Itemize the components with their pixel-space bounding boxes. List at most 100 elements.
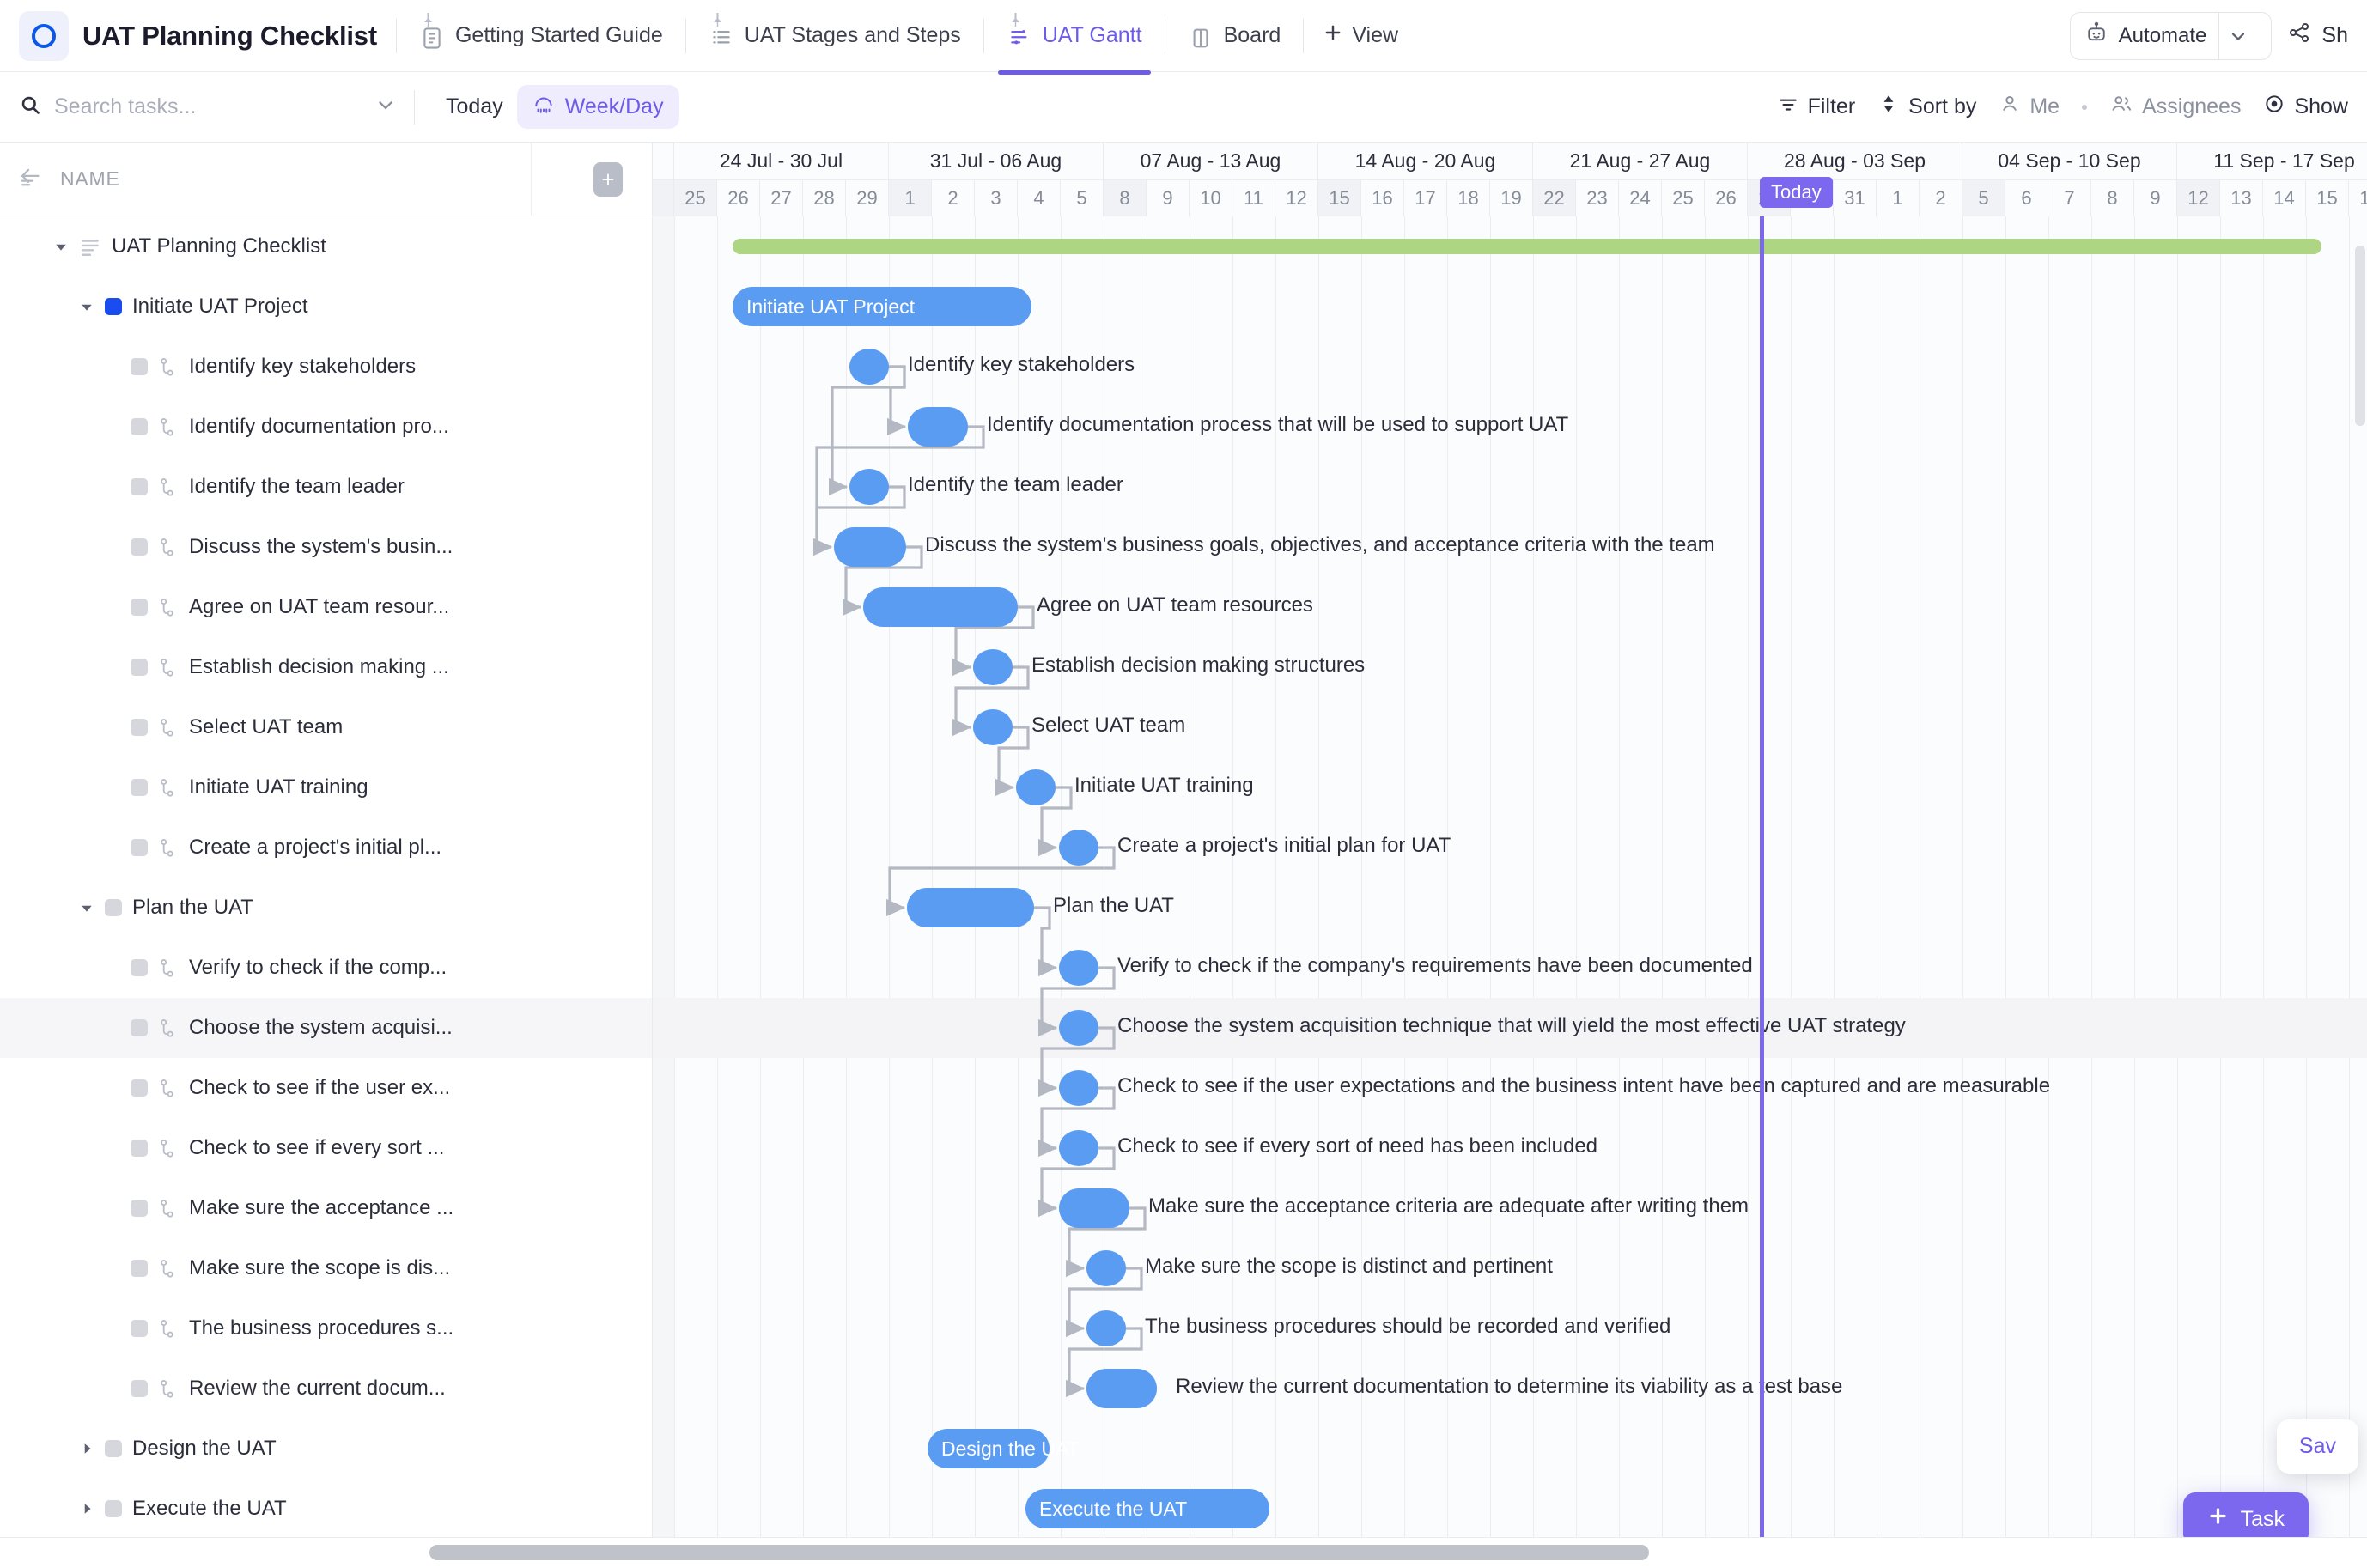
- task-row[interactable]: Establish decision making ...: [0, 637, 652, 697]
- gantt-task-bar[interactable]: [907, 888, 1034, 927]
- task-row[interactable]: Agree on UAT team resour...: [0, 577, 652, 637]
- gantt-task-bar[interactable]: Initiate UAT Project: [733, 287, 1031, 326]
- tab-uat-stages-and-steps[interactable]: UAT Stages and Steps: [705, 12, 964, 55]
- task-row[interactable]: Initiate UAT training: [0, 757, 652, 817]
- filter-button[interactable]: Filter: [1777, 93, 1855, 121]
- add-column-button[interactable]: +: [593, 161, 623, 197]
- task-row[interactable]: Review the current docum...: [0, 1358, 652, 1419]
- status-badge[interactable]: [131, 779, 148, 796]
- sort-button[interactable]: Sort by: [1877, 93, 1976, 121]
- gantt-task-bar[interactable]: [1059, 1010, 1098, 1046]
- gantt-task-bar[interactable]: [1059, 830, 1098, 866]
- automate-button[interactable]: Automate: [2069, 11, 2273, 60]
- timescale-button[interactable]: Week/Day: [516, 85, 679, 129]
- status-badge[interactable]: [131, 599, 148, 616]
- status-badge[interactable]: [131, 478, 148, 495]
- chevron-down-icon[interactable]: [76, 300, 98, 313]
- timeline-days: 25 26 27 28 29 1 2 3 4 5 8 9 10 11 12 15 16 17 18 19 22 23 24 2…: [653, 180, 2367, 216]
- task-row[interactable]: Discuss the system's busin...: [0, 517, 652, 577]
- status-badge[interactable]: [131, 659, 148, 676]
- gantt-task-bar[interactable]: [1059, 950, 1098, 986]
- task-row[interactable]: Identify the team leader: [0, 457, 652, 517]
- automate-dropdown[interactable]: [2218, 11, 2257, 60]
- task-row[interactable]: Check to see if every sort ...: [0, 1118, 652, 1178]
- status-badge[interactable]: [131, 1260, 148, 1277]
- gantt-task-bar[interactable]: Design the UAT: [928, 1429, 1080, 1468]
- status-badge[interactable]: [131, 839, 148, 856]
- add-view-button[interactable]: View: [1323, 22, 1398, 49]
- gantt-task-bar[interactable]: [863, 587, 1018, 627]
- status-badge[interactable]: [105, 899, 122, 916]
- search-options-chevron[interactable]: [374, 94, 397, 120]
- share-button[interactable]: Sh: [2287, 21, 2348, 51]
- task-list-header: NAME +: [0, 143, 652, 216]
- gantt-task-bar[interactable]: [908, 407, 968, 447]
- show-button[interactable]: Show: [2263, 93, 2348, 121]
- status-badge[interactable]: [105, 1500, 122, 1517]
- today-button[interactable]: Today: [432, 88, 517, 126]
- status-badge[interactable]: [131, 1320, 148, 1337]
- task-row[interactable]: Execute the UAT: [0, 1479, 652, 1539]
- gantt-task-bar[interactable]: [1086, 1250, 1126, 1286]
- status-badge[interactable]: [131, 719, 148, 736]
- horizontal-scrollbar-thumb[interactable]: [429, 1545, 1649, 1560]
- me-filter-button[interactable]: Me: [1999, 93, 2060, 121]
- gantt-task-bar[interactable]: [849, 469, 889, 505]
- tab-getting-started-guide[interactable]: Getting Started Guide: [416, 12, 666, 55]
- gantt-task-bar[interactable]: [1059, 1188, 1129, 1228]
- timeline-week-label: 04 Sep - 10 Sep: [1962, 143, 2177, 180]
- gantt-task-bar[interactable]: [834, 527, 906, 567]
- task-row[interactable]: Choose the system acquisi...: [0, 998, 652, 1058]
- status-badge[interactable]: [131, 538, 148, 556]
- status-badge[interactable]: [131, 1200, 148, 1217]
- chevron-down-icon[interactable]: [76, 901, 98, 915]
- gantt-task-bar[interactable]: [1059, 1130, 1098, 1166]
- task-row[interactable]: Identify documentation pro...: [0, 397, 652, 457]
- gantt-chart-panel[interactable]: 24 Jul - 30 Jul 31 Jul - 06 Aug 07 Aug - 1…: [653, 143, 2367, 1568]
- gantt-task-bar[interactable]: [1086, 1310, 1126, 1346]
- gantt-canvas[interactable]: Initiate UAT Project Identify key stakeho…: [653, 177, 2367, 1568]
- search-box[interactable]: [19, 94, 397, 121]
- status-badge[interactable]: [131, 1019, 148, 1036]
- gantt-task-bar[interactable]: [973, 649, 1013, 685]
- gantt-timeline-bar[interactable]: [733, 239, 2321, 254]
- task-row[interactable]: Select UAT team: [0, 697, 652, 757]
- task-row[interactable]: Identify key stakeholders: [0, 337, 652, 397]
- status-badge[interactable]: [131, 959, 148, 976]
- task-row[interactable]: Check to see if the user ex...: [0, 1058, 652, 1118]
- status-badge[interactable]: [131, 1380, 148, 1397]
- gantt-task-bar[interactable]: [1016, 769, 1056, 805]
- workspace-logo[interactable]: [19, 10, 69, 61]
- chevron-right-icon[interactable]: [76, 1502, 98, 1516]
- save-button[interactable]: Sav: [2276, 1419, 2358, 1474]
- tab-board[interactable]: Board: [1184, 17, 1285, 55]
- status-badge[interactable]: [105, 1440, 122, 1457]
- task-row[interactable]: UAT Planning Checklist: [0, 216, 652, 277]
- collapse-sidebar-icon[interactable]: [15, 165, 41, 193]
- search-input[interactable]: [54, 94, 312, 119]
- status-badge[interactable]: [131, 358, 148, 375]
- vertical-scrollbar[interactable]: [2355, 246, 2365, 426]
- view-toolbar: Today Week/Day Filter Sort by Me: [0, 72, 2367, 143]
- chevron-right-icon[interactable]: [76, 1442, 98, 1456]
- task-row[interactable]: Verify to check if the comp...: [0, 938, 652, 998]
- status-badge[interactable]: [131, 1079, 148, 1097]
- status-badge[interactable]: [105, 298, 122, 315]
- status-badge[interactable]: [131, 418, 148, 435]
- task-row[interactable]: The business procedures s...: [0, 1298, 652, 1358]
- task-row[interactable]: Plan the UAT: [0, 878, 652, 938]
- task-row[interactable]: Design the UAT: [0, 1419, 652, 1479]
- gantt-task-bar[interactable]: [1059, 1070, 1098, 1106]
- assignees-filter-button[interactable]: Assignees: [2109, 93, 2241, 121]
- task-row[interactable]: Initiate UAT Project: [0, 277, 652, 337]
- task-row[interactable]: Create a project's initial pl...: [0, 817, 652, 878]
- task-row[interactable]: Make sure the scope is dis...: [0, 1238, 652, 1298]
- tab-uat-gantt[interactable]: UAT Gantt: [997, 12, 1151, 75]
- gantt-task-bar[interactable]: [849, 349, 889, 385]
- task-row[interactable]: Make sure the acceptance ...: [0, 1178, 652, 1238]
- gantt-task-bar[interactable]: [973, 709, 1013, 745]
- chevron-down-icon[interactable]: [50, 240, 72, 253]
- gantt-task-bar[interactable]: [1086, 1369, 1157, 1408]
- gantt-task-bar[interactable]: Execute the UAT: [1025, 1489, 1269, 1528]
- status-badge[interactable]: [131, 1140, 148, 1157]
